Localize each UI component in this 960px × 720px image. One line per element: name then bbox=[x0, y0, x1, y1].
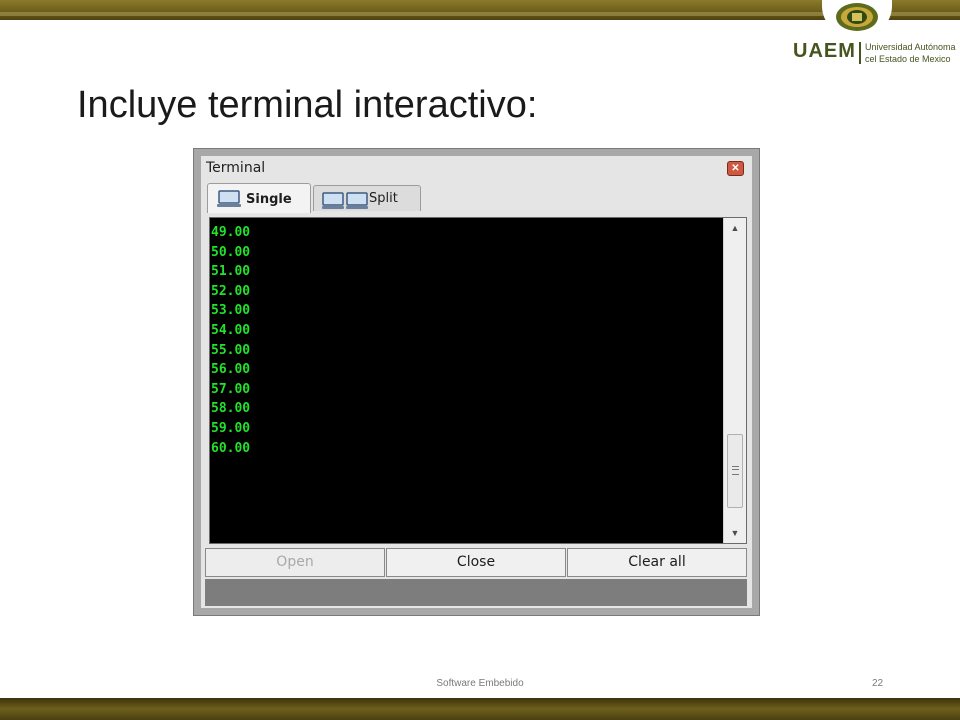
output-line: 51.00 bbox=[211, 264, 251, 280]
output-line: 60.00 bbox=[211, 440, 251, 456]
footer-text: Software Embebido bbox=[436, 678, 524, 689]
shield-crest-icon bbox=[836, 3, 878, 31]
output-line: 50.00 bbox=[211, 244, 251, 260]
monitor-icon bbox=[217, 190, 241, 207]
scrollbar-grip-icon bbox=[732, 466, 739, 476]
logo-divider bbox=[859, 42, 861, 64]
tab-single[interactable]: Single bbox=[207, 183, 311, 213]
university-logo: UAEM Universidad Autónoma cel Estado de … bbox=[785, 0, 960, 76]
terminal-window: Terminal ✕ Single Split 49.00 50.00 51.0… bbox=[193, 148, 760, 616]
tab-split[interactable]: Split bbox=[313, 185, 421, 211]
window-close-button[interactable]: ✕ bbox=[727, 161, 744, 176]
logo-text-line2: cel Estado de Mexico bbox=[865, 54, 951, 64]
close-button[interactable]: Close bbox=[386, 548, 566, 577]
status-bar bbox=[205, 579, 747, 606]
output-line: 49.00 bbox=[211, 225, 251, 240]
window-title: Terminal bbox=[206, 160, 266, 176]
view-tabs: Single Split bbox=[207, 183, 747, 213]
terminal-console[interactable]: 49.00 50.00 51.00 52.00 53.00 54.00 55.00 56.00… bbox=[209, 217, 747, 544]
output-line: 53.00 bbox=[211, 303, 251, 319]
output-line: 55.00 bbox=[211, 342, 251, 358]
logo-text-line1: Universidad Autónoma bbox=[865, 42, 956, 52]
output-line: 54.00 bbox=[211, 322, 251, 338]
page-number: 22 bbox=[872, 678, 884, 689]
vertical-scrollbar[interactable]: ▲ ▼ bbox=[723, 218, 746, 543]
output-line: 56.00 bbox=[211, 362, 251, 378]
tab-split-label: Split bbox=[369, 191, 398, 206]
scroll-up-arrow-icon[interactable]: ▲ bbox=[724, 218, 746, 238]
scroll-down-arrow-icon[interactable]: ▼ bbox=[724, 523, 746, 543]
slide-title: Incluye terminal interactivo: bbox=[77, 84, 538, 126]
output-line: 58.00 bbox=[211, 401, 251, 417]
output-line: 52.00 bbox=[211, 283, 251, 299]
button-row: Open Close Clear all bbox=[205, 548, 747, 577]
clear-all-button[interactable]: Clear all bbox=[567, 548, 747, 577]
terminal-window-body: Terminal ✕ Single Split 49.00 50.00 51.0… bbox=[201, 156, 752, 608]
window-titlebar[interactable]: Terminal ✕ bbox=[201, 156, 752, 180]
dual-monitor-icon bbox=[322, 192, 368, 209]
bottom-decorative-band bbox=[0, 698, 960, 720]
output-line: 59.00 bbox=[211, 420, 251, 436]
tab-single-label: Single bbox=[246, 192, 292, 207]
logo-acronym: UAEM bbox=[793, 40, 856, 62]
output-line: 57.00 bbox=[211, 381, 251, 397]
open-button[interactable]: Open bbox=[205, 548, 385, 577]
scrollbar-thumb[interactable] bbox=[727, 434, 743, 509]
terminal-output[interactable]: 49.00 50.00 51.00 52.00 53.00 54.00 55.00 56.00… bbox=[210, 218, 723, 543]
